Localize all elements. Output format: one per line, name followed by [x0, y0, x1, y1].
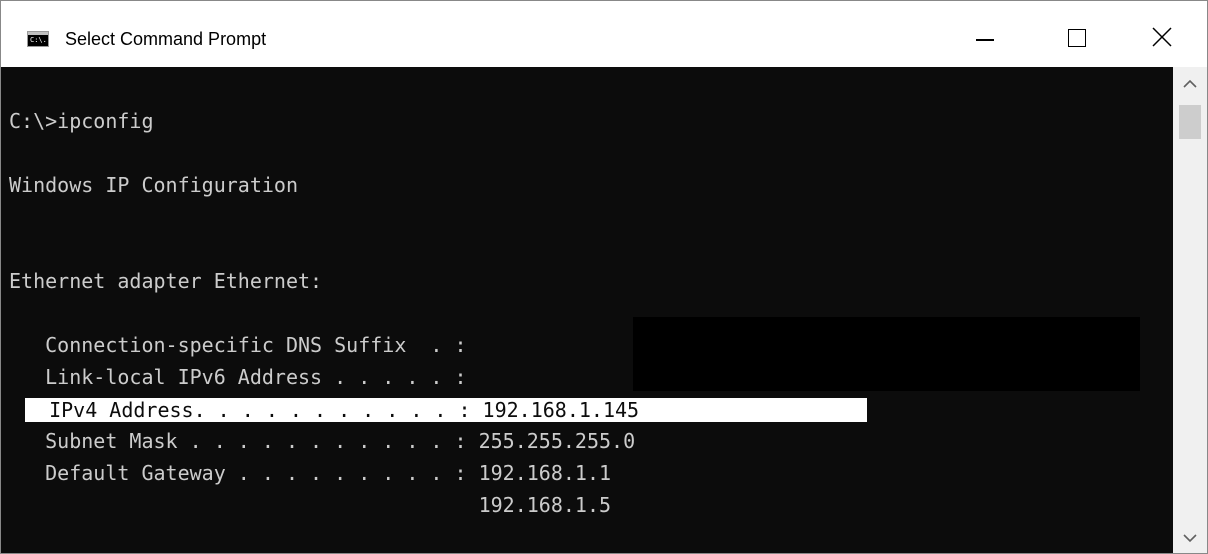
cmd-icon-bar [28, 32, 48, 35]
scrollbar-thumb[interactable] [1179, 105, 1201, 139]
maximize-icon [1068, 29, 1086, 47]
cmd-icon-text: C:\. [30, 36, 47, 44]
console-line-command: C:\>ipconfig [9, 109, 154, 133]
console-line-ipv6: Link-local IPv6 Address . . . . . : [9, 365, 467, 389]
maximize-button[interactable] [1031, 1, 1123, 67]
console-line-heading: Windows IP Configuration [9, 173, 298, 197]
console-output[interactable]: C:\>ipconfig Windows IP Configuration Et… [1, 67, 1173, 553]
close-icon [1152, 27, 1172, 47]
console-line-adapter: Ethernet adapter Ethernet: [9, 269, 323, 293]
console-line-dns-suffix: Connection-specific DNS Suffix . : [9, 333, 467, 357]
close-button[interactable] [1115, 1, 1207, 67]
console-line-gateway-secondary: 192.168.1.5 [9, 493, 612, 517]
console-line-ipv4-selected[interactable]: IPv4 Address. . . . . . . . . . . : 192.… [25, 398, 867, 422]
vertical-scrollbar[interactable] [1173, 67, 1207, 553]
console-line-subnet-mask: Subnet Mask . . . . . . . . . . . : 255.… [9, 429, 636, 453]
minimize-icon [976, 39, 994, 41]
cmd-icon[interactable]: C:\. [27, 31, 49, 47]
title-bar[interactable]: C:\. Select Command Prompt [1, 1, 1207, 67]
scroll-down-arrow-icon[interactable] [1183, 533, 1197, 543]
command-prompt-window: C:\. Select Command Prompt C:\>ipconfig … [0, 0, 1208, 554]
scroll-up-arrow-icon[interactable] [1183, 79, 1197, 89]
minimize-button[interactable] [939, 1, 1031, 67]
redaction-block [633, 317, 1140, 391]
window-title: Select Command Prompt [65, 29, 267, 49]
console-line-default-gateway: Default Gateway . . . . . . . . . : 192.… [9, 461, 612, 485]
